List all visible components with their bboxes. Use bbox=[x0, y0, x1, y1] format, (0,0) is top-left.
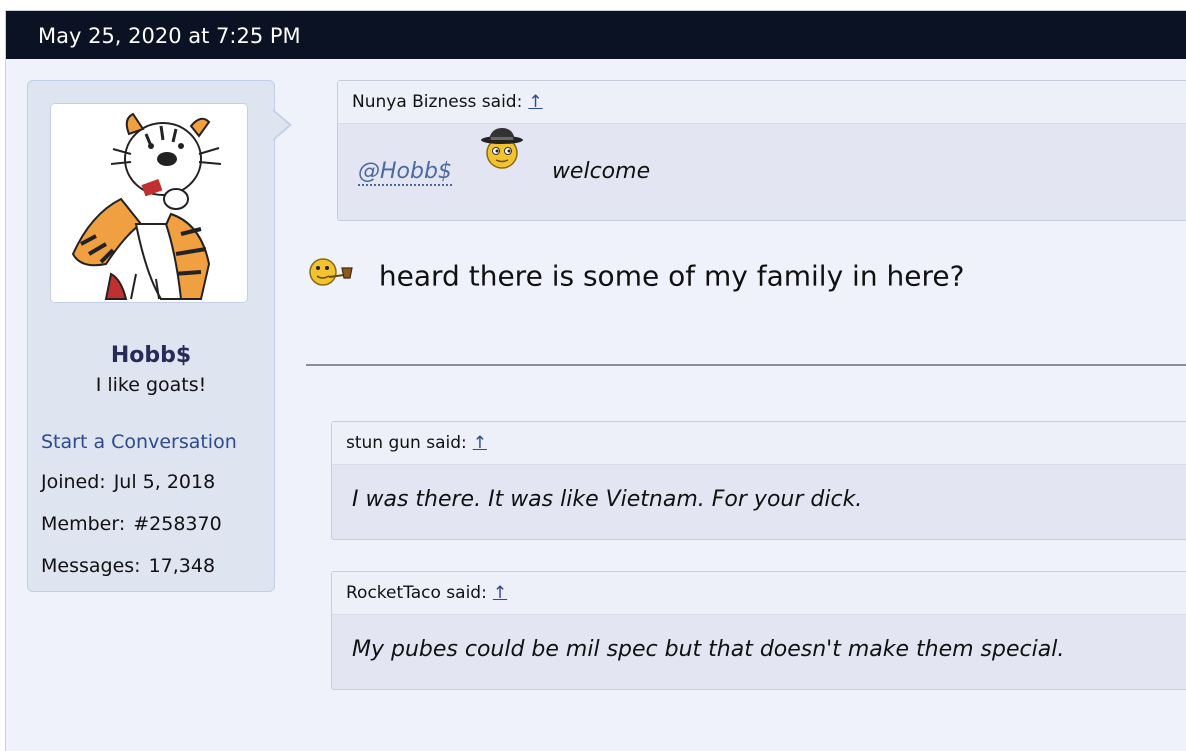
detective-smiley-icon bbox=[479, 116, 525, 212]
quote-header: Nunya Bizness said: ↑ bbox=[338, 81, 1186, 124]
quote-text: My pubes could be mil spec but that does… bbox=[352, 637, 1065, 662]
quote-author: stun gun said: bbox=[346, 433, 467, 453]
quote-block: Nunya Bizness said: ↑ @Hobb$ welcome bbox=[337, 80, 1186, 221]
quote-header: RocketTaco said: ↑ bbox=[332, 572, 1186, 615]
stat-value: #258370 bbox=[133, 513, 222, 535]
post-date: May 25, 2020 at 7:25 PM bbox=[38, 24, 301, 48]
username[interactable]: Hobb$ bbox=[28, 343, 274, 368]
quote-author: Nunya Bizness said: bbox=[352, 92, 523, 112]
quote-text: I was there. It was like Vietnam. For yo… bbox=[352, 487, 863, 512]
user-info-card: Hobb$ I like goats! Start a Conversation… bbox=[27, 80, 275, 592]
stat-label: Messages: bbox=[41, 555, 141, 577]
stat-joined: Joined: Jul 5, 2018 bbox=[41, 471, 215, 493]
user-title: I like goats! bbox=[95, 374, 207, 396]
quote-header: stun gun said: ↑ bbox=[332, 422, 1186, 465]
jump-to-quote-icon[interactable]: ↑ bbox=[493, 583, 507, 603]
user-mention-link[interactable]: @Hobb$ bbox=[358, 159, 452, 186]
stat-label: Joined: bbox=[41, 471, 106, 493]
quote-text: welcome bbox=[551, 159, 651, 184]
quote-body: I was there. It was like Vietnam. For yo… bbox=[332, 465, 1186, 539]
jump-to-quote-icon[interactable]: ↑ bbox=[528, 92, 542, 112]
stat-value: 17,348 bbox=[148, 555, 216, 577]
quote-body: @Hobb$ welcome bbox=[338, 124, 1186, 220]
quote-block: stun gun said: ↑ I was there. It was like… bbox=[331, 421, 1186, 540]
post-date-bar: May 25, 2020 at 7:25 PM bbox=[6, 11, 1186, 59]
jump-to-quote-icon[interactable]: ↑ bbox=[473, 433, 487, 453]
quote-block: RocketTaco said: ↑ My pubes could be mil … bbox=[331, 571, 1186, 690]
start-conversation-link[interactable]: Start a Conversation bbox=[41, 431, 237, 453]
quote-author: RocketTaco said: bbox=[346, 583, 487, 603]
hobbes-tiger-image bbox=[51, 104, 247, 302]
pipe-smiley-icon bbox=[308, 256, 356, 295]
stat-value: Jul 5, 2018 bbox=[113, 471, 216, 493]
divider bbox=[306, 364, 1186, 366]
post-container: May 25, 2020 at 7:25 PM Hobb$ I like goa… bbox=[5, 10, 1186, 751]
card-pointer-fill bbox=[273, 111, 289, 139]
post-message: heard there is some of my family in here… bbox=[308, 258, 964, 297]
avatar[interactable] bbox=[50, 103, 248, 303]
stat-label: Member: bbox=[41, 513, 126, 535]
stat-member: Member: #258370 bbox=[41, 513, 222, 535]
message-text: heard there is some of my family in here… bbox=[378, 259, 965, 293]
stat-messages: Messages: 17,348 bbox=[41, 555, 215, 577]
quote-body: My pubes could be mil spec but that does… bbox=[332, 615, 1186, 689]
